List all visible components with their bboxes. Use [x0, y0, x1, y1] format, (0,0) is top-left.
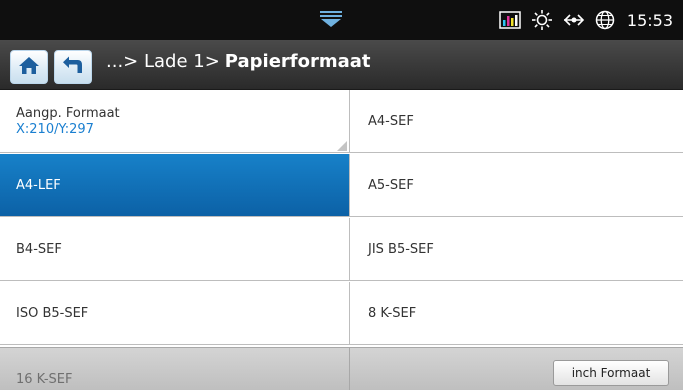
- paper-size-iso-b5-sef[interactable]: ISO B5-SEF: [0, 282, 350, 345]
- home-button[interactable]: [10, 50, 48, 84]
- paper-size-16k-sef[interactable]: 16 K-SEF: [0, 348, 350, 390]
- back-icon: [61, 54, 85, 80]
- paper-size-a5-sef[interactable]: A5-SEF: [350, 154, 683, 217]
- custom-size-label: Aangp. Formaat: [16, 105, 120, 121]
- custom-size-value: X:210/Y:297: [16, 121, 94, 137]
- back-button[interactable]: [54, 50, 92, 84]
- paper-size-label: A5-SEF: [368, 177, 414, 193]
- paper-size-8k-sef[interactable]: 8 K-SEF: [350, 282, 683, 345]
- toner-saver-icon[interactable]: [531, 9, 553, 31]
- home-icon: [18, 55, 40, 79]
- title-bar: ...> Lade 1> Papierformaat: [0, 40, 683, 90]
- paper-size-label: 8 K-SEF: [368, 305, 417, 321]
- paper-size-label: 16 K-SEF: [16, 372, 73, 387]
- paper-size-label: ISO B5-SEF: [16, 305, 89, 321]
- paper-size-label: JIS B5-SEF: [368, 241, 434, 257]
- breadcrumb: ...> Lade 1> Papierformaat: [106, 51, 371, 72]
- paper-size-label: A4-SEF: [368, 113, 414, 129]
- status-clock: 15:53: [626, 10, 673, 30]
- corner-triangle-icon: [337, 140, 347, 151]
- bottom-bar: 16 K-SEF inch Formaat: [0, 347, 683, 390]
- paper-size-label: A4-LEF: [16, 177, 61, 193]
- globe-icon[interactable]: [595, 10, 615, 30]
- pull-down-handle-icon[interactable]: [318, 10, 344, 28]
- paper-size-jis-b5-sef[interactable]: JIS B5-SEF: [350, 218, 683, 281]
- paper-size-custom[interactable]: Aangp. Formaat X:210/Y:297: [0, 90, 350, 153]
- network-icon[interactable]: [563, 12, 585, 28]
- paper-size-b4-sef[interactable]: B4-SEF: [0, 218, 350, 281]
- inch-format-button[interactable]: inch Formaat: [553, 360, 669, 386]
- paper-size-a4-lef[interactable]: A4-LEF: [0, 154, 350, 217]
- paper-size-label: B4-SEF: [16, 241, 62, 257]
- paper-size-list: Aangp. Formaat X:210/Y:297 A4-SEF A4-LEF…: [0, 90, 683, 390]
- status-bar: 15:53: [0, 0, 683, 40]
- paper-size-a4-sef[interactable]: A4-SEF: [350, 90, 683, 153]
- color-meter-icon[interactable]: [499, 11, 521, 29]
- breadcrumb-path: ...> Lade 1>: [106, 51, 220, 72]
- page-title: Papierformaat: [224, 51, 371, 72]
